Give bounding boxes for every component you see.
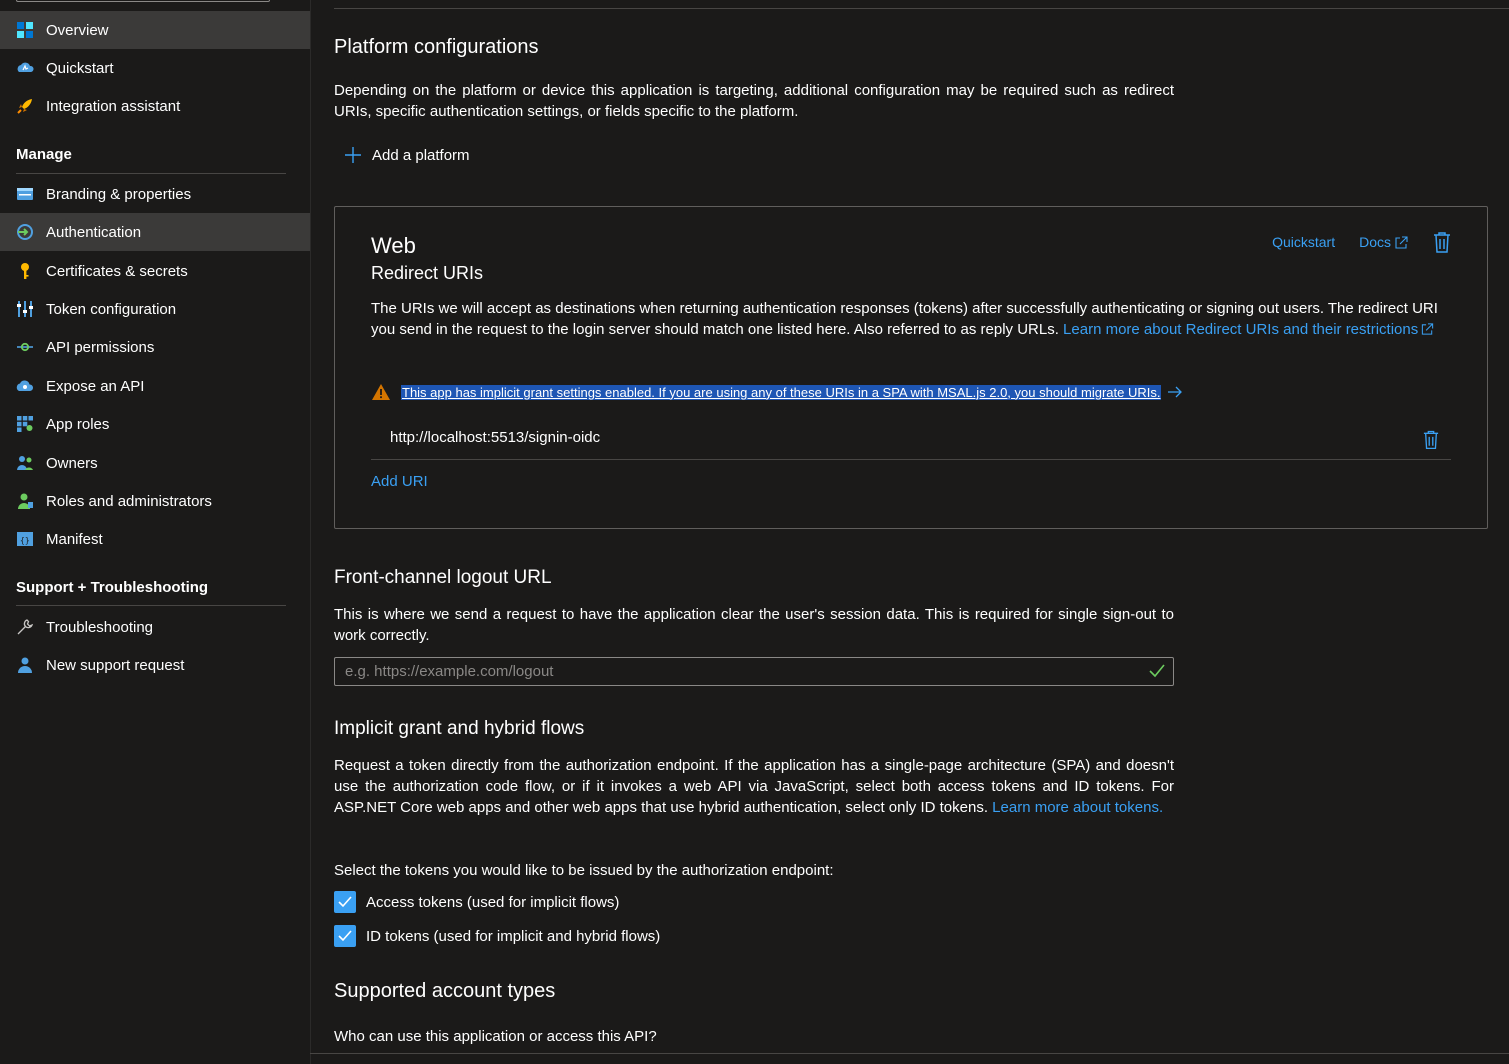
quickstart-icon <box>16 59 34 77</box>
card-actions: Quickstart Docs <box>1272 231 1451 253</box>
id-tokens-label: ID tokens (used for implicit and hybrid … <box>366 927 661 945</box>
sidebar-item-quickstart[interactable]: Quickstart <box>0 49 310 87</box>
warning-icon <box>372 384 390 400</box>
section-title-support: Support + Troubleshooting <box>16 579 209 596</box>
quickstart-link[interactable]: Quickstart <box>1272 234 1335 250</box>
migrate-uris-link[interactable]: This app has implicit grant settings ena… <box>401 384 1162 400</box>
card-subtitle: Redirect URIs <box>371 263 484 283</box>
platform-configurations-title: Platform configurations <box>334 36 539 58</box>
sidebar-item-label: Owners <box>46 454 98 472</box>
overview-icon <box>16 21 34 39</box>
owners-icon <box>16 454 34 472</box>
web-platform-card: Web Redirect URIs Quickstart Docs The UR… <box>334 206 1488 529</box>
svg-text:{}: {} <box>20 536 30 545</box>
main-content: Platform configurations Depending on the… <box>310 0 1509 1064</box>
cloud-icon <box>16 377 34 395</box>
select-tokens-label: Select the tokens you would like to be i… <box>334 862 834 879</box>
sidebar-item-app-roles[interactable]: App roles <box>0 405 310 443</box>
manifest-icon: {} <box>16 530 34 548</box>
checkbox-checked-icon[interactable] <box>334 925 356 947</box>
learn-more-tokens-link[interactable]: Learn more about tokens. <box>992 799 1163 816</box>
sidebar-item-token-configuration[interactable]: Token configuration <box>0 290 310 328</box>
sidebar-item-manifest[interactable]: {} Manifest <box>0 520 310 558</box>
token-config-icon <box>16 300 34 318</box>
redirect-uri-value[interactable]: http://localhost:5513/signin-oidc <box>390 429 600 446</box>
external-link-icon <box>1422 323 1434 335</box>
sidebar-item-label: App roles <box>46 415 110 433</box>
checkmark-icon <box>1149 664 1165 678</box>
docs-link[interactable]: Docs <box>1359 234 1409 250</box>
implicit-grant-desc: Request a token directly from the author… <box>334 755 1174 818</box>
app-roles-icon <box>16 415 34 433</box>
learn-more-label: Learn more about Redirect URIs and their… <box>1063 321 1419 338</box>
sidebar-item-api-permissions[interactable]: API permissions <box>0 328 310 366</box>
sidebar-item-new-support-request[interactable]: New support request <box>0 646 310 684</box>
external-link-icon <box>1395 235 1408 249</box>
divider <box>16 605 286 606</box>
rocket-icon <box>16 97 34 115</box>
front-channel-logout-desc: This is where we send a request to have … <box>334 606 1174 644</box>
sidebar-item-roles-administrators[interactable]: Roles and administrators <box>0 482 310 520</box>
sidebar-item-integration-assistant[interactable]: Integration assistant <box>0 87 310 125</box>
sidebar-item-label: Certificates & secrets <box>46 262 188 280</box>
add-platform-label: Add a platform <box>372 146 470 164</box>
access-tokens-checkbox[interactable]: Access tokens (used for implicit flows) <box>334 891 619 913</box>
api-permissions-icon <box>16 338 34 356</box>
checkbox-checked-icon[interactable] <box>334 891 356 913</box>
support-person-icon <box>16 656 34 674</box>
sidebar-item-authentication[interactable]: Authentication <box>0 213 310 251</box>
sidebar-item-label: Roles and administrators <box>46 492 212 510</box>
roles-admins-icon <box>16 492 34 510</box>
docs-label: Docs <box>1359 234 1391 250</box>
section-title-manage: Manage <box>16 146 72 163</box>
wrench-icon <box>16 618 34 636</box>
sidebar-item-overview[interactable]: Overview <box>0 11 310 49</box>
card-title: Web <box>371 233 416 258</box>
implicit-grant-warning: This app has implicit grant settings ena… <box>371 383 1183 401</box>
id-tokens-checkbox[interactable]: ID tokens (used for implicit and hybrid … <box>334 925 660 947</box>
divider <box>334 8 1509 9</box>
sidebar-item-label: New support request <box>46 656 185 674</box>
sidebar-item-expose-api[interactable]: Expose an API <box>0 367 310 405</box>
sidebar-item-label: API permissions <box>46 338 155 356</box>
key-icon <box>16 262 34 280</box>
platform-configurations-desc: Depending on the platform or device this… <box>334 82 1174 120</box>
implicit-grant-title: Implicit grant and hybrid flows <box>334 718 585 739</box>
sidebar-item-label: Authentication <box>46 223 142 241</box>
plus-icon <box>345 147 361 163</box>
sidebar-item-label: Troubleshooting <box>46 618 154 636</box>
sidebar-item-label: Overview <box>46 21 109 39</box>
logout-url-input[interactable] <box>335 658 1135 685</box>
access-tokens-label: Access tokens (used for implicit flows) <box>366 893 620 911</box>
sidebar-item-branding[interactable]: Branding & properties <box>0 175 310 213</box>
branding-icon <box>16 185 34 203</box>
learn-more-redirect-uris-link[interactable]: Learn more about Redirect URIs and their… <box>1063 321 1435 338</box>
delete-icon[interactable] <box>1433 231 1451 253</box>
sidebar-item-label: Manifest <box>46 530 103 548</box>
sidebar-item-label: Token configuration <box>46 300 177 318</box>
sidebar-item-label: Expose an API <box>46 377 145 395</box>
supported-account-types-question: Who can use this application or access t… <box>334 1028 657 1045</box>
search-input[interactable] <box>16 0 270 2</box>
delete-icon[interactable] <box>1423 429 1439 450</box>
add-platform-button[interactable]: Add a platform <box>344 142 470 168</box>
logout-url-field <box>334 657 1174 686</box>
authentication-icon <box>16 223 34 241</box>
sidebar-item-label: Quickstart <box>46 59 114 77</box>
sidebar-item-certificates[interactable]: Certificates & secrets <box>0 252 310 290</box>
divider <box>16 173 286 174</box>
redirect-uris-desc: The URIs we will accept as destinations … <box>371 298 1451 340</box>
supported-account-types-title: Supported account types <box>334 980 556 1002</box>
arrow-right-icon[interactable] <box>1167 386 1183 398</box>
sidebar-item-troubleshooting[interactable]: Troubleshooting <box>0 608 310 646</box>
add-uri-button[interactable]: Add URI <box>371 473 428 490</box>
sidebar-item-owners[interactable]: Owners <box>0 444 310 482</box>
divider <box>310 1053 1509 1054</box>
sidebar: Overview Quickstart Integration assistan… <box>0 0 311 1064</box>
front-channel-logout-title: Front-channel logout URL <box>334 567 552 588</box>
redirect-uri-row: http://localhost:5513/signin-oidc <box>371 425 1451 460</box>
sidebar-item-label: Integration assistant <box>46 97 181 115</box>
sidebar-item-label: Branding & properties <box>46 185 192 203</box>
